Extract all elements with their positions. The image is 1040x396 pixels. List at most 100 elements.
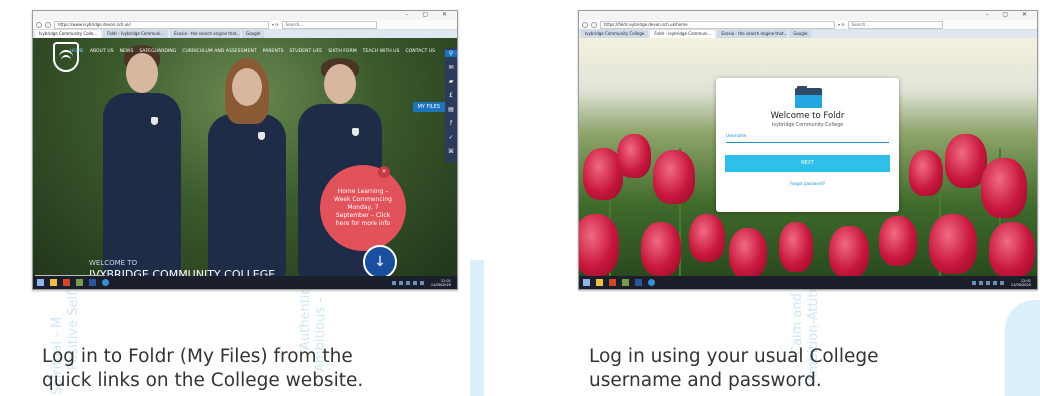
nav-news[interactable]: NEWS bbox=[120, 49, 134, 54]
nav-sixth-form[interactable]: SIXTH FORM bbox=[328, 49, 356, 54]
word-icon[interactable] bbox=[635, 279, 642, 286]
app-icon[interactable] bbox=[76, 279, 83, 286]
nav-safeguarding[interactable]: SAFEGUARDING bbox=[139, 49, 176, 54]
tray-icon[interactable] bbox=[391, 280, 396, 285]
tulip-background: Welcome to Foldr Ivybridge Community Col… bbox=[579, 38, 1037, 276]
edge-icon[interactable] bbox=[648, 279, 655, 286]
home-learning-promo[interactable]: Home Learning – Week Commencing Monday, … bbox=[320, 165, 406, 251]
forgot-password-link[interactable]: Forgot password? bbox=[716, 181, 899, 186]
nav-curriculum[interactable]: CURRICULUM AND ASSESSMENT bbox=[182, 49, 256, 54]
nav-home[interactable]: HOME bbox=[70, 49, 84, 54]
tab-ecosia[interactable]: Ecosia - the search engine that... bbox=[170, 30, 241, 38]
forward-icon[interactable] bbox=[591, 21, 597, 28]
tulip-flower bbox=[929, 214, 977, 274]
crest-badge-icon bbox=[151, 117, 158, 125]
crest-badge-icon bbox=[258, 132, 265, 140]
address-row: https://foldr.ivybridge.devon.sch.uk/hom… bbox=[579, 20, 1037, 30]
tab-foldr[interactable]: Foldr - Ivybridge Communi... bbox=[650, 30, 716, 38]
back-icon[interactable] bbox=[36, 21, 42, 28]
title-bar: – ▢ ✕ bbox=[579, 11, 1037, 20]
tab-foldr[interactable]: Foldr - Ivybridge Communi... bbox=[103, 30, 169, 38]
window-controls[interactable]: – ▢ ✕ bbox=[985, 11, 1033, 18]
tray-icon[interactable] bbox=[971, 280, 976, 285]
word-icon[interactable] bbox=[89, 279, 96, 286]
files-icon[interactable]: ▤ bbox=[448, 106, 454, 113]
foldr-login-screenshot: – ▢ ✕ https://foldr.ivybridge.devon.sch.… bbox=[578, 10, 1038, 290]
windows-taskbar: 12:01 11/09/2020 bbox=[579, 276, 1037, 289]
tray-icon[interactable] bbox=[992, 280, 997, 285]
edge-icon[interactable] bbox=[102, 279, 109, 286]
address-bar[interactable]: https://www.ivybridge.devon.sch.uk/ bbox=[54, 20, 269, 29]
scroll-down-button[interactable]: ↓ bbox=[363, 245, 397, 279]
my-files-link[interactable]: MY FILES bbox=[412, 102, 445, 112]
tray-icon[interactable] bbox=[398, 280, 403, 285]
student-head bbox=[324, 64, 356, 104]
clock-date: 11/09/2020 bbox=[1010, 282, 1031, 287]
student-photo bbox=[103, 45, 181, 277]
folder-tab bbox=[797, 86, 807, 91]
tab-ecosia[interactable]: Ecosia - the search engine that... bbox=[717, 30, 788, 38]
tray-icon[interactable] bbox=[419, 280, 424, 285]
taskbar-clock[interactable]: 12:01 11/09/2020 bbox=[1011, 279, 1031, 287]
tulip-flower bbox=[879, 216, 917, 266]
powerpoint-icon[interactable] bbox=[63, 279, 70, 286]
college-homepage: HOME ABOUT US NEWS SAFEGUARDING CURRICUL… bbox=[33, 38, 457, 283]
refresh-icon[interactable]: ▾ ⟳ bbox=[272, 22, 279, 27]
caption-left: Log in to Foldr (My Files) from the quic… bbox=[42, 345, 462, 393]
mail-icon[interactable]: ✉ bbox=[448, 64, 453, 71]
tray-icon[interactable] bbox=[412, 280, 417, 285]
caption-left-line1: Log in to Foldr (My Files) from the bbox=[42, 346, 353, 367]
file-explorer-icon[interactable] bbox=[596, 279, 603, 286]
caption-right-line1: Log in using your usual College bbox=[589, 346, 879, 367]
nav-about-us[interactable]: ABOUT US bbox=[90, 49, 114, 54]
foldr-folder-icon bbox=[795, 86, 822, 108]
tulip-flower bbox=[653, 150, 695, 204]
nav-teach-with-us[interactable]: TEACH WITH US bbox=[363, 49, 400, 54]
tulip-flower bbox=[729, 228, 767, 276]
site-navigation: HOME ABOUT US NEWS SAFEGUARDING CURRICUL… bbox=[33, 38, 457, 64]
powerpoint-icon[interactable] bbox=[609, 279, 616, 286]
window-controls[interactable]: – ▢ ✕ bbox=[405, 11, 453, 18]
search-icon[interactable]: ⚲ bbox=[445, 50, 457, 57]
folder-front bbox=[795, 95, 822, 108]
student-head bbox=[232, 68, 262, 106]
caption-right: Log in using your usual College username… bbox=[589, 345, 1029, 393]
address-bar[interactable]: https://foldr.ivybridge.devon.sch.uk/hom… bbox=[600, 20, 835, 29]
login-title: Welcome to Foldr bbox=[770, 111, 845, 121]
tray-icon[interactable] bbox=[999, 280, 1004, 285]
close-icon[interactable]: × bbox=[378, 166, 390, 178]
grid-icon[interactable]: ⌘ bbox=[448, 148, 454, 155]
browser-search-input[interactable]: Search... bbox=[847, 20, 943, 29]
nav-parents[interactable]: PARENTS bbox=[263, 49, 284, 54]
tab-google[interactable]: Google bbox=[789, 30, 812, 38]
chat-icon[interactable]: ▰ bbox=[449, 78, 454, 85]
tulip-flower bbox=[641, 222, 681, 276]
username-input[interactable] bbox=[726, 142, 889, 143]
foldr-login-card: Welcome to Foldr Ivybridge Community Col… bbox=[716, 78, 899, 212]
twitter-icon[interactable]: ✓ bbox=[448, 134, 453, 141]
tab-college[interactable]: Ivybridge Community College bbox=[581, 30, 649, 38]
pound-icon[interactable]: £ bbox=[449, 92, 453, 99]
tray-icon[interactable] bbox=[405, 280, 410, 285]
nav-contact-us[interactable]: CONTACT US bbox=[405, 49, 435, 54]
file-explorer-icon[interactable] bbox=[50, 279, 57, 286]
back-icon[interactable] bbox=[582, 21, 588, 28]
tray-icon[interactable] bbox=[985, 280, 990, 285]
browser-search-input[interactable]: Search... bbox=[281, 20, 377, 29]
refresh-icon[interactable]: ▾ ⟳ bbox=[838, 22, 845, 27]
forward-icon[interactable] bbox=[45, 21, 51, 28]
tray-icon[interactable] bbox=[978, 280, 983, 285]
taskbar-clock[interactable]: 12:01 11/09/2020 bbox=[431, 279, 451, 287]
welcome-label: WELCOME TO bbox=[89, 259, 138, 267]
bg-word: Calm and F bbox=[790, 281, 805, 355]
next-button[interactable]: NEXT bbox=[725, 155, 890, 172]
app-icon[interactable] bbox=[622, 279, 629, 286]
nav-student-life[interactable]: STUDENT LIFE bbox=[290, 49, 323, 54]
facebook-icon[interactable]: f bbox=[450, 120, 452, 127]
tab-google[interactable]: Google bbox=[242, 30, 265, 38]
tab-college[interactable]: Ivybridge Community Colle... bbox=[35, 30, 102, 38]
windows-start-icon[interactable] bbox=[583, 279, 590, 286]
student-photo bbox=[208, 58, 286, 277]
promo-text: Home Learning – Week Commencing Monday, … bbox=[334, 188, 392, 227]
windows-start-icon[interactable] bbox=[37, 279, 44, 286]
